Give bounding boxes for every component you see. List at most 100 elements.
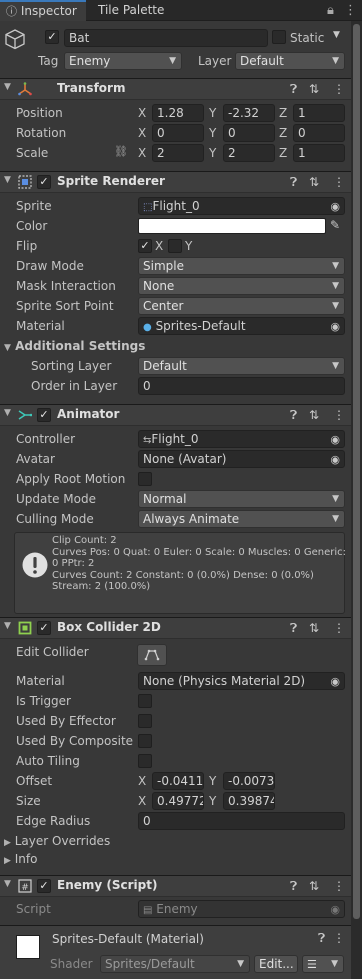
- scale-y-input[interactable]: 2: [223, 144, 275, 162]
- kebab-menu-icon[interactable]: ⋮: [333, 621, 345, 635]
- color-swatch[interactable]: [138, 218, 326, 234]
- scale-x-input[interactable]: 2: [152, 144, 204, 162]
- kebab-menu-icon[interactable]: ⋮: [333, 931, 345, 945]
- offset-y-input[interactable]: -0.0073: [223, 772, 275, 790]
- material-object-field[interactable]: ● Sprites-Default ◉: [138, 317, 345, 335]
- rotation-x-input[interactable]: 0: [152, 124, 204, 142]
- tag-dropdown[interactable]: Enemy ▼: [64, 52, 182, 70]
- preset-icon[interactable]: ⇅: [309, 175, 319, 189]
- object-picker-icon[interactable]: ◉: [330, 319, 340, 334]
- tab-inspector[interactable]: ⓘ Inspector: [0, 0, 86, 21]
- preset-icon[interactable]: ⇅: [309, 621, 319, 635]
- kebab-menu-icon[interactable]: ⋮: [344, 3, 357, 18]
- transform-header[interactable]: ▼ Transform ❓︎ ⇅ ⋮: [0, 78, 351, 100]
- help-icon[interactable]: ❓︎: [290, 408, 297, 423]
- position-z-input[interactable]: 1: [293, 104, 345, 122]
- flip-x-checkbox[interactable]: ✓: [138, 239, 152, 253]
- kebab-menu-icon[interactable]: ⋮: [333, 879, 345, 893]
- tab-tile-palette[interactable]: Tile Palette: [92, 0, 172, 21]
- apply-root-motion-checkbox[interactable]: [138, 472, 152, 486]
- constrain-proportions-icon[interactable]: ⛓︎: [114, 145, 128, 158]
- edit-collider-button[interactable]: [137, 644, 167, 666]
- object-picker-icon[interactable]: ◉: [330, 199, 340, 214]
- help-icon[interactable]: ❓︎: [290, 621, 297, 636]
- order-in-layer-input[interactable]: 0: [138, 377, 345, 395]
- is-trigger-checkbox[interactable]: [138, 694, 152, 708]
- flip-y-checkbox[interactable]: [168, 239, 182, 253]
- layer-dropdown[interactable]: Default ▼: [235, 52, 345, 70]
- help-icon[interactable]: ❓︎: [290, 879, 297, 894]
- static-checkbox[interactable]: [272, 30, 286, 44]
- sprite-object-field[interactable]: ⬚Flight_0 ◉: [138, 197, 345, 215]
- kebab-menu-icon[interactable]: ⋮: [333, 408, 345, 422]
- edge-radius-input[interactable]: 0: [138, 812, 345, 830]
- object-picker-icon[interactable]: ◉: [330, 674, 340, 689]
- axis-x-label[interactable]: X: [138, 772, 146, 790]
- axis-y-label[interactable]: Y: [209, 104, 216, 122]
- animator-enabled-checkbox[interactable]: ✓: [37, 408, 51, 422]
- foldout-arrow-icon[interactable]: ▼: [4, 621, 11, 631]
- avatar-object-field[interactable]: None (Avatar) ◉: [138, 450, 345, 468]
- foldout-arrow-icon[interactable]: ▼: [4, 879, 11, 889]
- shader-options-dropdown[interactable]: ☰ ▼: [302, 955, 344, 973]
- offset-x-input[interactable]: -0.0411: [152, 772, 204, 790]
- axis-y-label[interactable]: Y: [209, 772, 216, 790]
- help-icon[interactable]: ❓︎: [318, 931, 325, 946]
- sprite-renderer-enabled-checkbox[interactable]: ✓: [37, 175, 51, 189]
- draw-mode-dropdown[interactable]: Simple ▼: [138, 257, 345, 275]
- mask-interaction-dropdown[interactable]: None ▼: [138, 277, 345, 295]
- update-mode-dropdown[interactable]: Normal ▼: [138, 490, 345, 508]
- eyedropper-icon[interactable]: ✎: [330, 218, 340, 232]
- box-collider-header[interactable]: ▼ ✓ Box Collider 2D ❓︎ ⇅ ⋮: [0, 617, 351, 639]
- axis-y-label[interactable]: Y: [209, 792, 216, 810]
- info-foldout[interactable]: ▶ Info: [4, 850, 37, 868]
- kebab-menu-icon[interactable]: ⋮: [333, 175, 345, 189]
- help-icon[interactable]: ❓︎: [290, 175, 297, 190]
- preset-icon[interactable]: ⇅: [309, 82, 319, 96]
- active-checkbox[interactable]: ✓: [45, 30, 59, 44]
- preset-icon[interactable]: ⇅: [309, 408, 319, 422]
- controller-object-field[interactable]: ⇆Flight_0 ◉: [138, 430, 345, 448]
- layer-overrides-foldout[interactable]: ▶ Layer Overrides: [4, 832, 110, 850]
- physics-material-object-field[interactable]: None (Physics Material 2D) ◉: [138, 672, 345, 690]
- rotation-y-input[interactable]: 0: [223, 124, 275, 142]
- scale-z-input[interactable]: 1: [293, 144, 345, 162]
- axis-z-label[interactable]: Z: [279, 104, 287, 122]
- position-x-input[interactable]: 1.28: [152, 104, 204, 122]
- foldout-arrow-icon[interactable]: ▼: [4, 175, 11, 185]
- static-dropdown-arrow[interactable]: ▼: [333, 30, 340, 40]
- enemy-script-enabled-checkbox[interactable]: ✓: [37, 879, 51, 893]
- box-collider-enabled-checkbox[interactable]: ✓: [37, 621, 51, 635]
- scrollbar-thumb[interactable]: [353, 24, 360, 919]
- culling-mode-dropdown[interactable]: Always Animate ▼: [138, 510, 345, 528]
- axis-z-label[interactable]: Z: [279, 144, 287, 162]
- help-icon[interactable]: ❓︎: [290, 82, 297, 97]
- auto-tiling-checkbox[interactable]: [138, 754, 152, 768]
- lock-icon[interactable]: 🔒︎: [327, 3, 334, 18]
- sprite-sort-point-dropdown[interactable]: Center ▼: [138, 297, 345, 315]
- foldout-arrow-icon[interactable]: ▼: [4, 82, 11, 92]
- size-y-input[interactable]: 0.39874: [223, 792, 275, 810]
- edit-shader-button[interactable]: Edit...: [254, 955, 298, 973]
- enemy-script-header[interactable]: ▼ # ✓ Enemy (Script) ❓︎ ⇅ ⋮: [0, 875, 351, 897]
- preset-icon[interactable]: ⇅: [309, 879, 319, 893]
- axis-x-label[interactable]: X: [138, 144, 146, 162]
- axis-z-label[interactable]: Z: [279, 124, 287, 142]
- sprite-renderer-header[interactable]: ▼ ✓ Sprite Renderer ❓︎ ⇅ ⋮: [0, 171, 351, 193]
- position-y-input[interactable]: -2.32: [223, 104, 275, 122]
- kebab-menu-icon[interactable]: ⋮: [333, 82, 345, 96]
- used-by-composite-checkbox[interactable]: [138, 734, 152, 748]
- additional-settings-foldout[interactable]: ▼ Additional Settings: [4, 337, 145, 355]
- axis-x-label[interactable]: X: [138, 124, 146, 142]
- used-by-effector-checkbox[interactable]: [138, 714, 152, 728]
- axis-y-label[interactable]: Y: [209, 144, 216, 162]
- object-picker-icon[interactable]: ◉: [330, 452, 340, 467]
- shader-dropdown[interactable]: Sprites/Default ▼: [100, 955, 250, 973]
- object-picker-icon[interactable]: ◉: [330, 432, 340, 447]
- size-x-input[interactable]: 0.49772: [152, 792, 204, 810]
- animator-header[interactable]: ▼ ✓ Animator ❓︎ ⇅ ⋮: [0, 404, 351, 426]
- foldout-arrow-icon[interactable]: ▼: [4, 408, 11, 418]
- object-name-input[interactable]: Bat: [64, 29, 268, 47]
- rotation-z-input[interactable]: 0: [293, 124, 345, 142]
- sorting-layer-dropdown[interactable]: Default ▼: [138, 357, 345, 375]
